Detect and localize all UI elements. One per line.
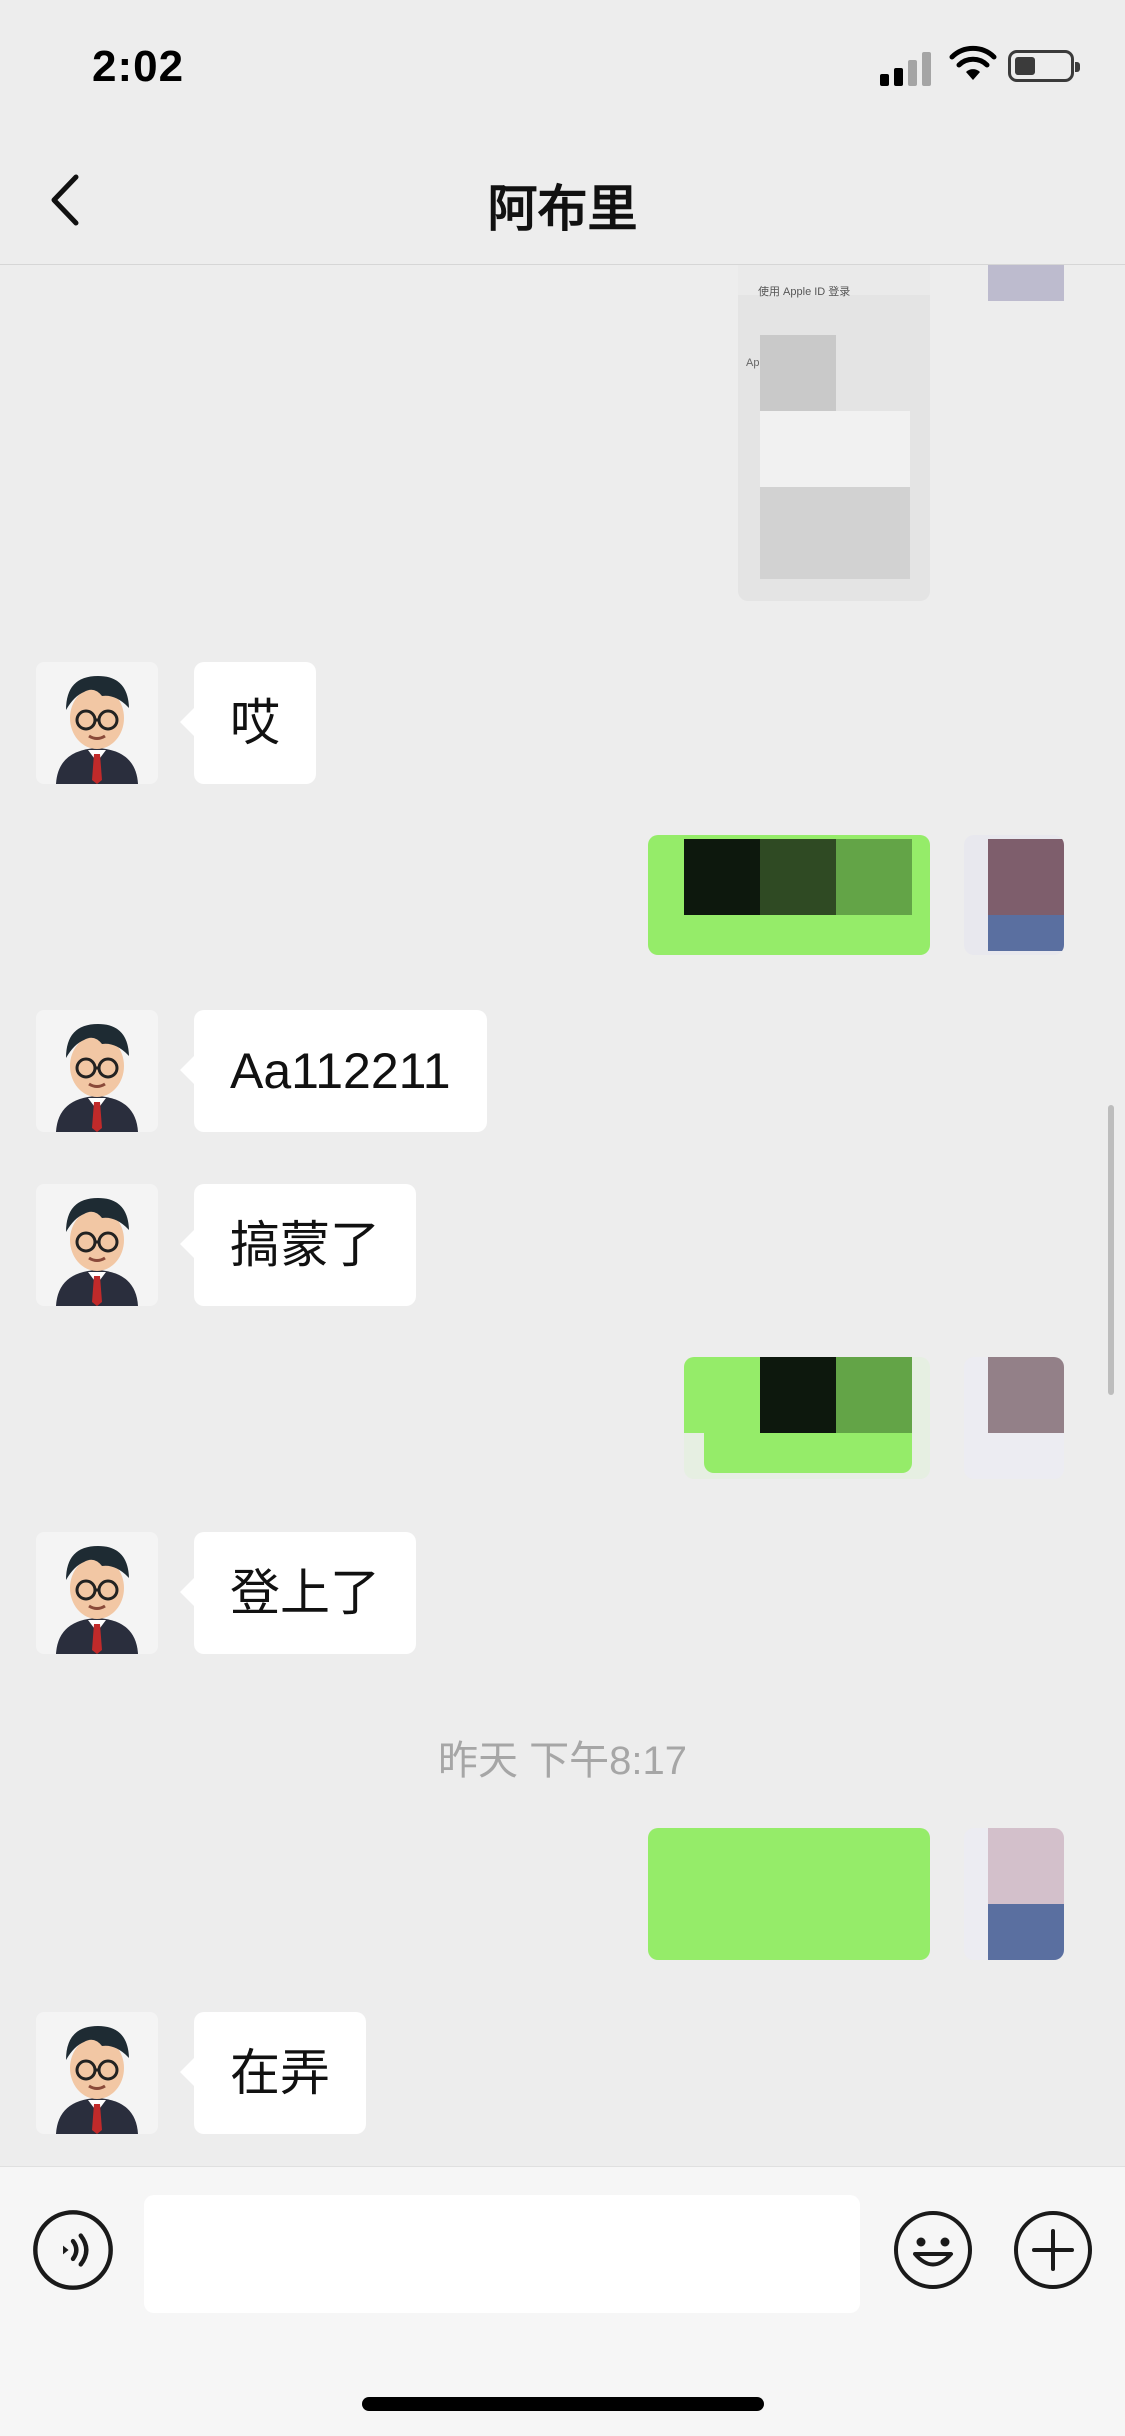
outgoing-image-message[interactable]: 使用 Apple ID 登录 Apple ID xyxy=(738,265,930,601)
outgoing-image-message[interactable] xyxy=(684,1357,930,1479)
avatar-image xyxy=(36,1532,158,1654)
status-bar: 2:02 xyxy=(0,0,1125,135)
my-avatar[interactable] xyxy=(988,265,1064,301)
plus-icon[interactable] xyxy=(1012,2209,1094,2291)
avatar-image xyxy=(36,662,158,784)
my-avatar[interactable] xyxy=(964,835,1064,955)
contact-avatar[interactable] xyxy=(36,1010,158,1132)
signal-strength-icon xyxy=(880,50,936,86)
home-indicator[interactable] xyxy=(362,2397,764,2411)
contact-avatar[interactable] xyxy=(36,2012,158,2134)
battery-icon xyxy=(1008,50,1080,82)
incoming-message[interactable]: 哎 xyxy=(180,662,316,784)
page-title: 阿布里 xyxy=(487,181,638,237)
status-time: 2:02 xyxy=(92,42,185,91)
contact-avatar[interactable] xyxy=(36,1184,158,1306)
outgoing-image-message[interactable] xyxy=(648,1828,930,1960)
incoming-message[interactable]: 登上了 xyxy=(180,1532,416,1654)
incoming-message[interactable]: 在弄 xyxy=(180,2012,366,2134)
incoming-message[interactable]: Aa112211 xyxy=(180,1010,487,1132)
wifi-icon xyxy=(949,45,997,80)
contact-avatar[interactable] xyxy=(36,1532,158,1654)
incoming-message[interactable]: 搞蒙了 xyxy=(180,1184,416,1306)
avatar-image xyxy=(36,1010,158,1132)
chat-area[interactable]: 使用 Apple ID 登录 Apple ID 哎 xyxy=(0,265,1125,2165)
voice-icon[interactable] xyxy=(32,2209,114,2291)
avatar-image xyxy=(36,1184,158,1306)
my-avatar[interactable] xyxy=(964,1828,1064,1960)
contact-avatar[interactable] xyxy=(36,662,158,784)
nav-bar: 阿布里 xyxy=(0,135,1125,265)
input-bar xyxy=(0,2166,1125,2436)
message-input[interactable] xyxy=(144,2195,860,2313)
screenshot-text: 使用 Apple ID 登录 xyxy=(758,286,851,298)
timestamp: 昨天 下午8:17 xyxy=(438,1739,687,1783)
emoji-icon[interactable] xyxy=(892,2209,974,2291)
outgoing-image-message[interactable] xyxy=(648,835,930,955)
my-avatar[interactable] xyxy=(964,1357,1064,1479)
avatar-image xyxy=(36,2012,158,2134)
scrollbar[interactable] xyxy=(1108,1105,1114,1395)
